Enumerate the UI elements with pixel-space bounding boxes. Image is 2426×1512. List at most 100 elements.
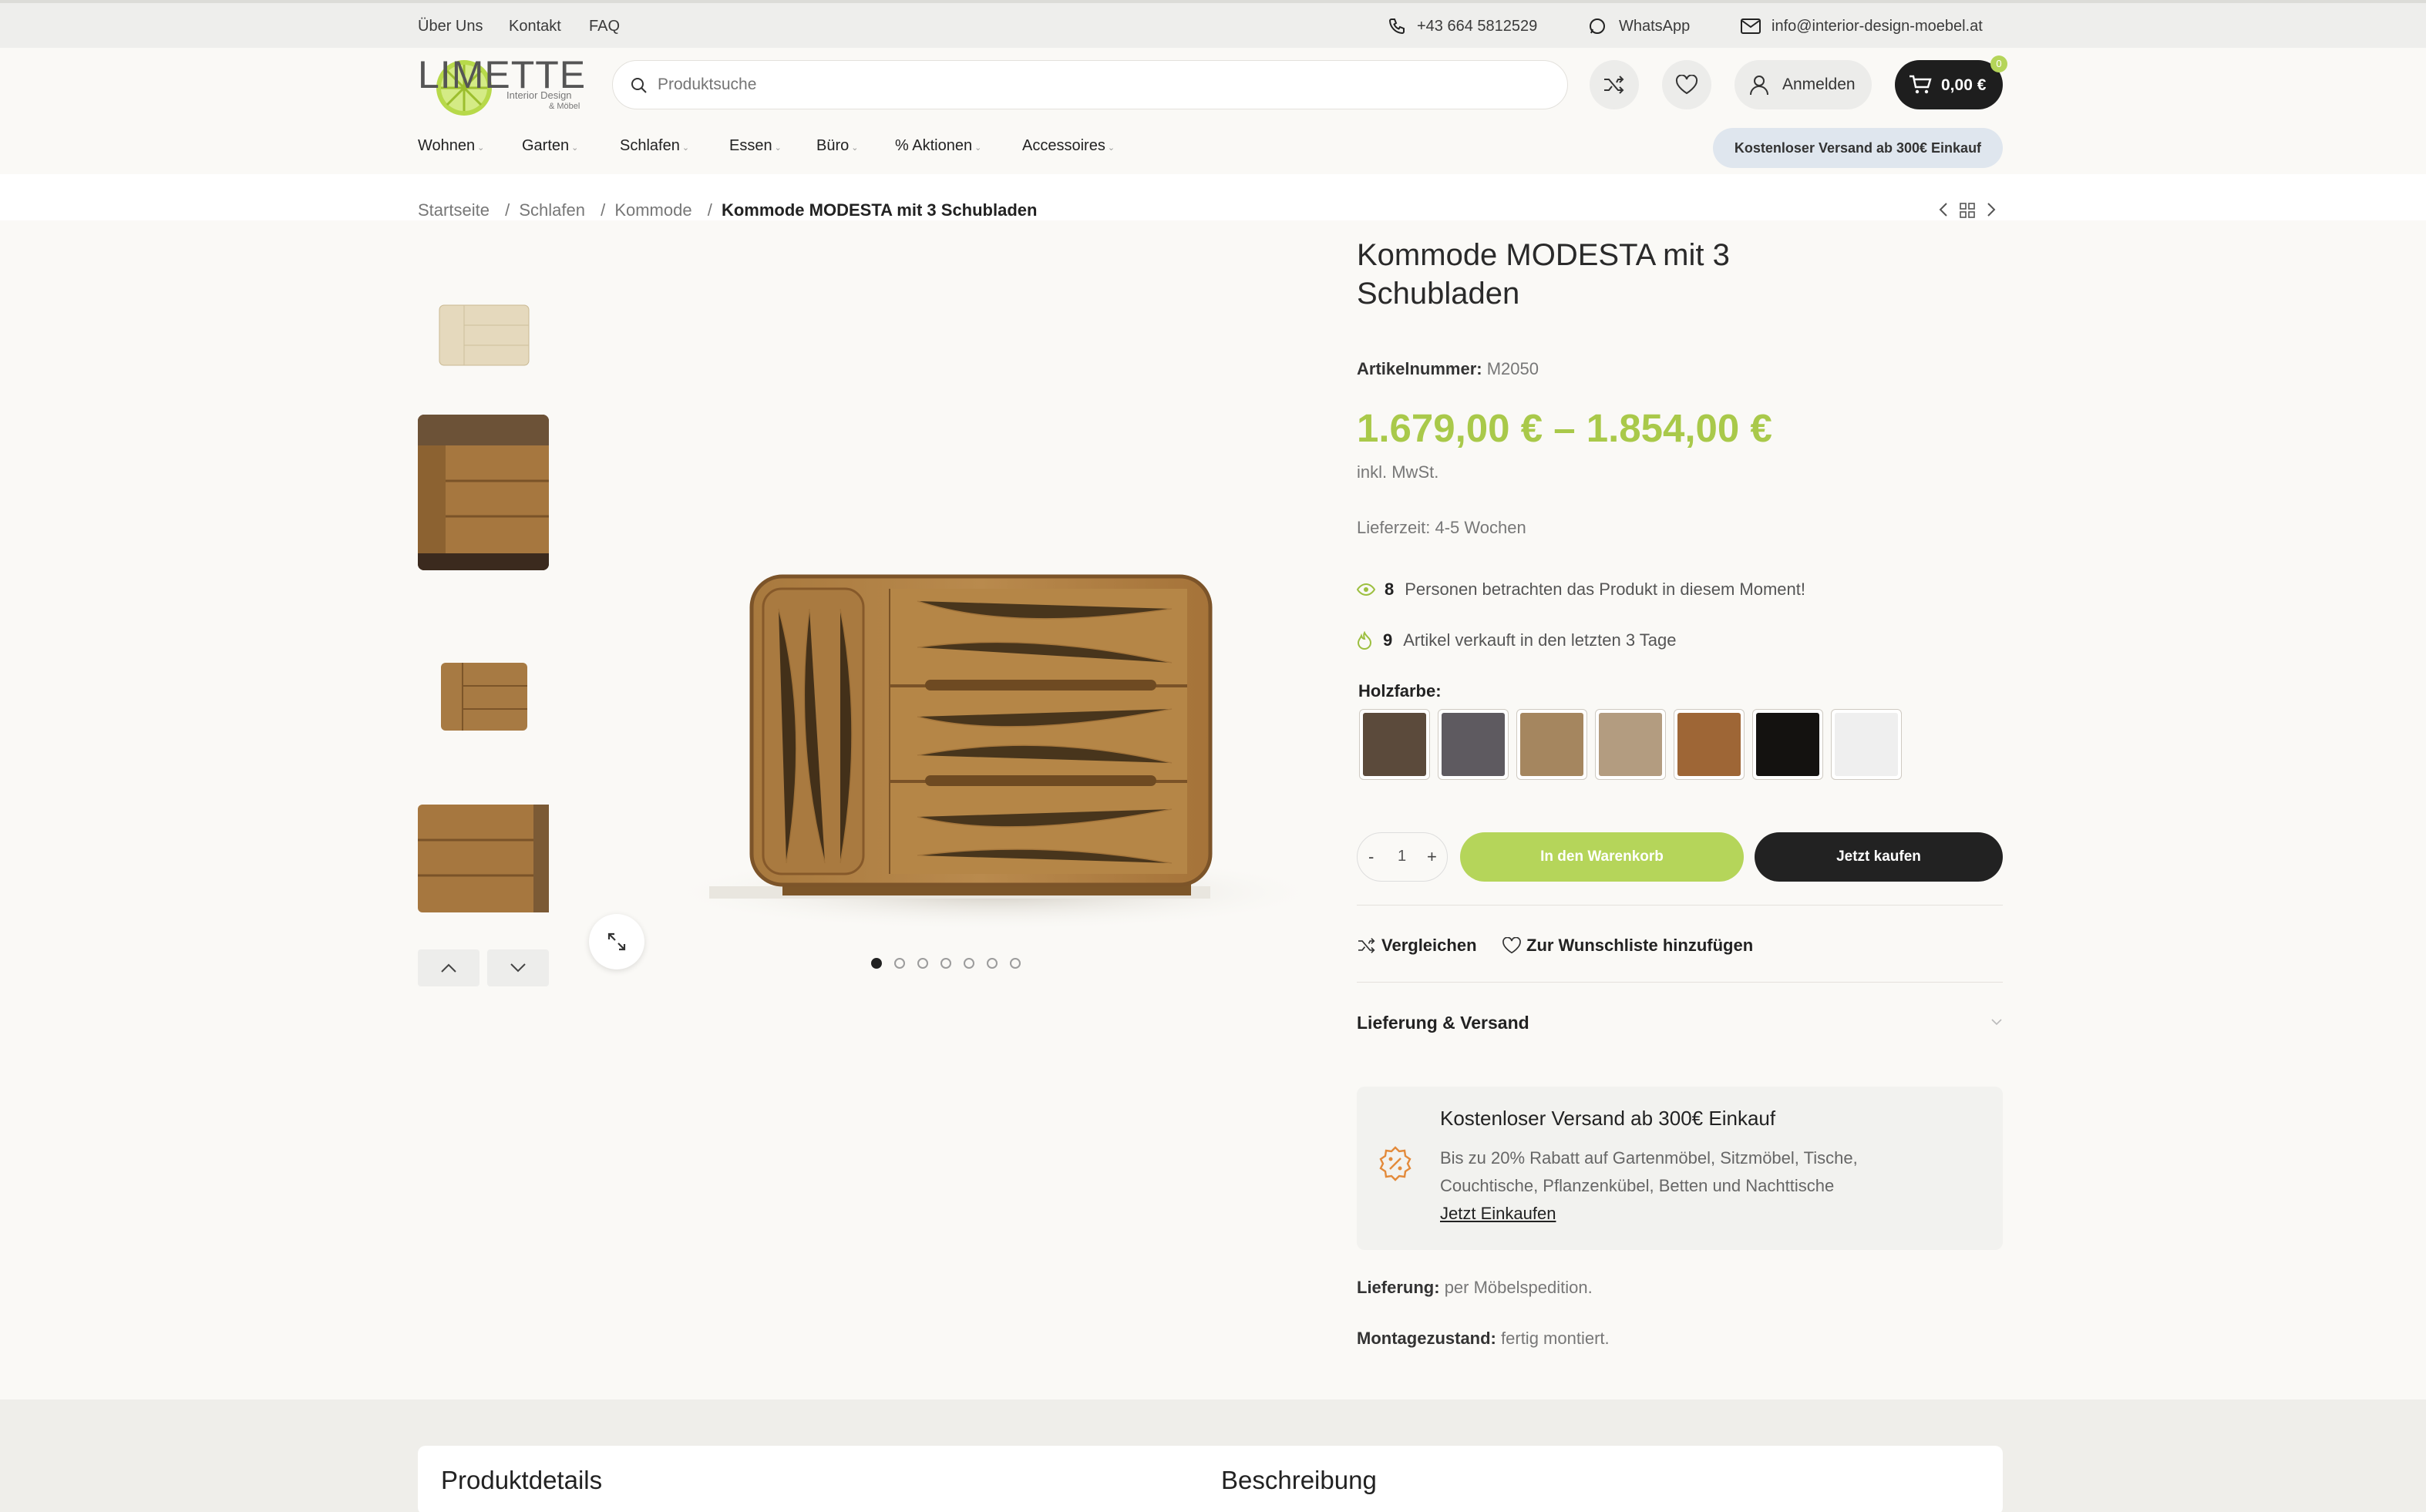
tab-beschreibung[interactable]: Beschreibung	[1221, 1466, 1377, 1495]
viewers-row: 8 Personen betrachten das Produkt in die…	[1357, 580, 1805, 600]
compare-label: Vergleichen	[1381, 936, 1477, 955]
swatch-natural-oak[interactable]	[1516, 709, 1587, 780]
cart-button[interactable]: 0,00 € 0	[1895, 55, 2007, 109]
swatch-fill	[1363, 713, 1426, 776]
prev-product-icon[interactable]	[1938, 202, 1949, 221]
wishlist-button[interactable]	[1662, 60, 1711, 109]
add-to-wishlist-link[interactable]: Zur Wunschliste hinzufügen	[1502, 936, 1753, 956]
swatch-white[interactable]	[1831, 709, 1902, 780]
nav-label-buero: Büro	[816, 137, 850, 154]
login-button[interactable]: Anmelden	[1735, 60, 1872, 109]
search-input[interactable]	[658, 72, 1506, 98]
quantity-stepper: - 1 +	[1357, 832, 1448, 882]
buy-now-button[interactable]: Jetzt kaufen	[1755, 832, 2003, 882]
qty-plus-button[interactable]: +	[1427, 847, 1437, 867]
add-to-cart-button[interactable]: In den Warenkorb	[1460, 832, 1744, 882]
breadcrumb-bar	[0, 174, 2426, 220]
swatch-black[interactable]	[1752, 709, 1823, 780]
chevron-down-icon: ⌄	[851, 143, 859, 153]
gallery-dot-5[interactable]	[964, 958, 974, 969]
top-bar: Über Uns Kontakt FAQ +43 664 5812529 Wha…	[0, 0, 2426, 48]
link-kontakt[interactable]: Kontakt	[509, 18, 561, 35]
gallery-dot-4[interactable]	[940, 958, 951, 969]
flame-icon	[1357, 631, 1372, 650]
chevron-up-icon	[441, 963, 456, 973]
delivery-value: per Möbelspedition.	[1444, 1278, 1593, 1297]
nav-label-garten: Garten	[522, 137, 570, 154]
gallery-dot-6[interactable]	[987, 958, 998, 969]
qty-minus-button[interactable]: -	[1368, 847, 1374, 867]
breadcrumb-separator: /	[505, 200, 510, 220]
nav-item-accessoires[interactable]: Accessoires ⌄	[1022, 137, 1115, 155]
link-faq[interactable]: FAQ	[589, 18, 620, 35]
sku-value: M2050	[1486, 359, 1539, 378]
whatsapp-link[interactable]: WhatsApp	[1619, 18, 1690, 35]
nav-item-schlafen[interactable]: Schlafen ⌄	[620, 137, 689, 155]
breadcrumb-schlafen[interactable]: Schlafen	[519, 200, 585, 220]
swatch-grey[interactable]	[1438, 709, 1509, 780]
sold-text: Artikel verkauft in den letzten 3 Tage	[1403, 630, 1677, 650]
product-title-line-1: Kommode MODESTA mit 3	[1357, 238, 1730, 272]
shipping-badge: Kostenloser Versand ab 300€ Einkauf	[1713, 128, 2003, 168]
phone-number[interactable]: +43 664 5812529	[1417, 18, 1537, 35]
shuffle-icon	[1604, 76, 1624, 94]
promo-text-1: Bis zu 20% Rabatt auf Gartenmöbel, Sitzm…	[1440, 1148, 1858, 1168]
gallery-dot-3[interactable]	[917, 958, 928, 969]
thumbnail-1[interactable]	[418, 260, 549, 391]
login-label: Anmelden	[1782, 76, 1856, 93]
viewers-text: Personen betrachten das Produkt in diese…	[1405, 580, 1805, 599]
sku-row: Artikelnummer: M2050	[1357, 359, 1539, 379]
breadcrumb-kommode[interactable]: Kommode	[614, 200, 691, 220]
whatsapp-icon	[1588, 17, 1607, 39]
thumbnail-3[interactable]	[418, 632, 549, 763]
promo-text-2: Couchtische, Pflanzenkübel, Betten und N…	[1440, 1176, 1835, 1195]
swatch-walnut[interactable]	[1674, 709, 1745, 780]
grid-icon[interactable]	[1960, 203, 1975, 222]
divider	[1357, 905, 2003, 906]
next-product-icon[interactable]	[1986, 202, 1997, 221]
breadcrumb-separator: /	[707, 200, 712, 220]
logo-subtitle: Interior Design	[506, 89, 572, 101]
thumbnail-4[interactable]	[418, 794, 549, 925]
delivery-label: Lieferung:	[1357, 1278, 1440, 1297]
swatch-fill	[1835, 713, 1898, 776]
cart-count-badge: 0	[1990, 55, 2007, 72]
compare-button[interactable]	[1590, 60, 1639, 109]
swatch-light-oak[interactable]	[1595, 709, 1666, 780]
nav-label-wohnen: Wohnen	[418, 137, 476, 154]
main-product-image[interactable]	[594, 247, 1326, 940]
gallery-dot-1[interactable]	[871, 958, 882, 969]
search-bar[interactable]	[612, 60, 1568, 109]
nav-item-aktionen[interactable]: % Aktionen ⌄	[895, 137, 981, 155]
shipping-accordion[interactable]: Lieferung & Versand	[1357, 1010, 2003, 1040]
logo[interactable]: LIMETTE Interior Design & Möbel	[418, 52, 591, 119]
nav-item-garten[interactable]: Garten ⌄	[522, 137, 578, 155]
chevron-down-icon	[510, 963, 526, 973]
zoom-button[interactable]	[589, 914, 644, 969]
breadcrumb-startseite[interactable]: Startseite	[418, 200, 490, 220]
swatch-dark-oak[interactable]	[1359, 709, 1430, 780]
delivery-time: Lieferzeit: 4-5 Wochen	[1357, 518, 1526, 537]
wood-color-label: Holzfarbe:	[1358, 681, 1442, 701]
thumbnail-2[interactable]	[418, 415, 549, 570]
nav-item-buero[interactable]: Büro ⌄	[816, 137, 858, 155]
thumbs-up-button[interactable]	[418, 949, 479, 986]
viewers-count: 8	[1385, 580, 1395, 599]
tab-produktdetails[interactable]: Produktdetails	[441, 1466, 602, 1495]
swatch-fill	[1442, 713, 1505, 776]
nav-item-essen[interactable]: Essen ⌄	[729, 137, 782, 155]
nav-item-wohnen[interactable]: Wohnen ⌄	[418, 137, 484, 155]
logo-subtitle-2: & Möbel	[549, 102, 580, 111]
delivery-row: Lieferung: per Möbelspedition.	[1357, 1278, 1593, 1298]
qty-value[interactable]: 1	[1398, 848, 1406, 865]
details-card: Produktdetails Beschreibung	[418, 1446, 2003, 1512]
email-link[interactable]: info@interior-design-moebel.at	[1772, 18, 1983, 35]
heart-icon	[1502, 937, 1521, 954]
gallery-dot-2[interactable]	[894, 958, 905, 969]
assembly-value: fertig montiert.	[1501, 1329, 1610, 1348]
gallery-dot-7[interactable]	[1010, 958, 1021, 969]
promo-link[interactable]: Jetzt Einkaufen	[1440, 1204, 1556, 1224]
compare-link[interactable]: Vergleichen	[1357, 936, 1477, 956]
thumbs-down-button[interactable]	[487, 949, 549, 986]
link-ueber-uns[interactable]: Über Uns	[418, 18, 483, 35]
